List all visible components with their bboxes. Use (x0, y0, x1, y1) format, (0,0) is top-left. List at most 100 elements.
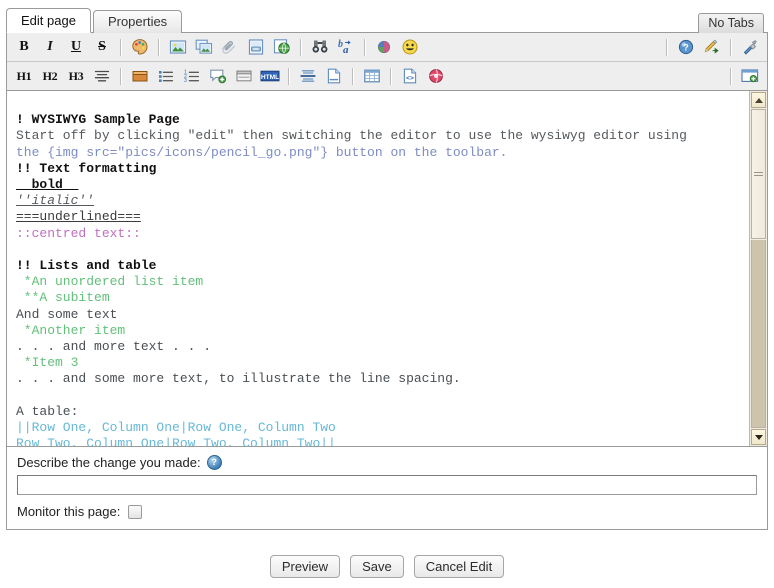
page-break-icon[interactable] (321, 64, 347, 88)
heading-3-button[interactable]: H3 (63, 64, 89, 88)
emoticon-icon[interactable] (397, 35, 423, 59)
svg-text:?: ? (683, 43, 689, 53)
insert-plugin-icon[interactable] (423, 64, 449, 88)
scrollbar-track[interactable] (751, 109, 766, 428)
heading-2-button[interactable]: H2 (37, 64, 63, 88)
toolbar-row-2: H1 H2 H3 (7, 62, 767, 91)
horizontal-rule-icon[interactable] (295, 64, 321, 88)
summary-label-row: Describe the change you made: (17, 455, 757, 470)
italic-label: I (47, 39, 52, 55)
align-center-button[interactable] (89, 64, 115, 88)
svg-text:a: a (343, 44, 349, 56)
textarea-scrollbar[interactable] (749, 91, 767, 446)
strikethrough-button[interactable]: S (89, 35, 115, 59)
chevron-up-icon (755, 98, 763, 103)
form-actions: Preview Save Cancel Edit (0, 544, 774, 588)
toolbar-separator (730, 68, 732, 85)
monitor-label: Monitor this page: (17, 504, 120, 519)
summary-help-icon[interactable] (207, 455, 222, 470)
tab-properties[interactable]: Properties (93, 10, 182, 33)
toolbar-separator (730, 39, 732, 56)
source-line: !! Lists and table (16, 258, 156, 273)
source-line: ! WYSIWYG Sample Page (16, 112, 180, 127)
source-line: ''italic'' (16, 193, 94, 208)
scroll-up-button[interactable] (751, 92, 766, 108)
summary-input[interactable] (17, 475, 757, 495)
source-line: __bold__ (16, 177, 78, 192)
editor-settings-icon[interactable] (737, 35, 763, 59)
save-button[interactable]: Save (350, 555, 404, 578)
toolbar-separator (300, 39, 302, 56)
source-line: **A subitem (16, 290, 110, 305)
source-line: ||Row One, Column One|Row One, Column Tw… (16, 420, 336, 435)
text-color-palette-icon[interactable] (127, 35, 153, 59)
wysiwyg-editor-icon[interactable] (699, 35, 725, 59)
toolbar-row-1: B I U S (7, 33, 767, 62)
tab-edit-page[interactable]: Edit page (6, 8, 91, 33)
bold-button[interactable]: B (11, 35, 37, 59)
monitor-row: Monitor this page: (17, 504, 757, 519)
wiki-source-textarea[interactable]: ! WYSIWYG Sample Page Start off by click… (7, 91, 767, 446)
insert-table-icon[interactable] (359, 64, 385, 88)
preview-button[interactable]: Preview (270, 555, 340, 578)
toolbar-separator (120, 68, 122, 85)
source-code-icon[interactable]: <> (397, 64, 423, 88)
cancel-edit-button[interactable]: Cancel Edit (414, 555, 504, 578)
underline-label: U (71, 39, 81, 55)
heading-3-label: H3 (69, 69, 84, 84)
help-icon[interactable]: ? (673, 35, 699, 59)
underline-button[interactable]: U (63, 35, 89, 59)
find-icon[interactable] (307, 35, 333, 59)
toolbar-separator (158, 39, 160, 56)
no-tabs-button[interactable]: No Tabs (698, 13, 764, 33)
tab-edit-page-label: Edit page (21, 13, 76, 28)
scroll-down-button[interactable] (751, 429, 766, 445)
attach-file-icon[interactable] (217, 35, 243, 59)
source-line: ===underlined=== (16, 209, 141, 224)
insert-box-icon[interactable] (127, 64, 153, 88)
insert-frame-icon[interactable] (231, 64, 257, 88)
grip-icon (754, 170, 763, 178)
heading-1-button[interactable]: H1 (11, 64, 37, 88)
source-line: Row Two, Column One|Row Two, Column Two|… (16, 436, 336, 446)
heading-2-label: H2 (43, 69, 58, 84)
tab-properties-label: Properties (108, 14, 167, 29)
toolbar-separator (120, 39, 122, 56)
html-code-icon[interactable]: HTML (257, 64, 283, 88)
source-line: *Item 3 (16, 355, 78, 370)
change-summary-section: Describe the change you made: Monitor th… (6, 447, 768, 530)
add-comment-icon[interactable] (205, 64, 231, 88)
source-line: *An unordered list item (16, 274, 203, 289)
summary-label: Describe the change you made: (17, 455, 201, 470)
toolbar-separator (352, 68, 354, 85)
ordered-list-icon[interactable]: 123 (179, 64, 205, 88)
wiki-source-content: ! WYSIWYG Sample Page Start off by click… (8, 91, 749, 446)
special-character-icon[interactable] (371, 35, 397, 59)
image-gallery-icon[interactable] (191, 35, 217, 59)
svg-text:HTML: HTML (261, 74, 279, 81)
tab-bar: Edit page Properties No Tabs (6, 6, 768, 33)
source-line: Start off by clicking "edit" then switch… (16, 128, 687, 143)
italic-button[interactable]: I (37, 35, 63, 59)
heading-1-label: H1 (17, 69, 32, 84)
toolbar-separator (666, 39, 668, 56)
insert-page-link-icon[interactable] (243, 35, 269, 59)
toolbar-separator (364, 39, 366, 56)
scrollbar-thumb[interactable] (751, 109, 766, 239)
source-line: ::centred text:: (16, 226, 141, 241)
source-line: !! Text formatting (16, 161, 156, 176)
scrollbar-lower-track[interactable] (751, 240, 766, 428)
unordered-list-icon[interactable] (153, 64, 179, 88)
new-window-icon[interactable] (737, 64, 763, 88)
source-line: . . . and some more text, to illustrate … (16, 371, 461, 386)
monitor-checkbox[interactable] (128, 505, 142, 519)
toolbar-separator (390, 68, 392, 85)
chevron-down-icon (755, 435, 763, 440)
source-line: And some text (16, 307, 117, 322)
insert-image-icon[interactable] (165, 35, 191, 59)
textarea-scrollport[interactable]: ! WYSIWYG Sample Page Start off by click… (7, 91, 749, 446)
find-replace-icon[interactable]: b a (333, 35, 359, 59)
bold-label: B (19, 39, 28, 55)
insert-external-link-icon[interactable] (269, 35, 295, 59)
source-line: A table: (16, 404, 78, 419)
